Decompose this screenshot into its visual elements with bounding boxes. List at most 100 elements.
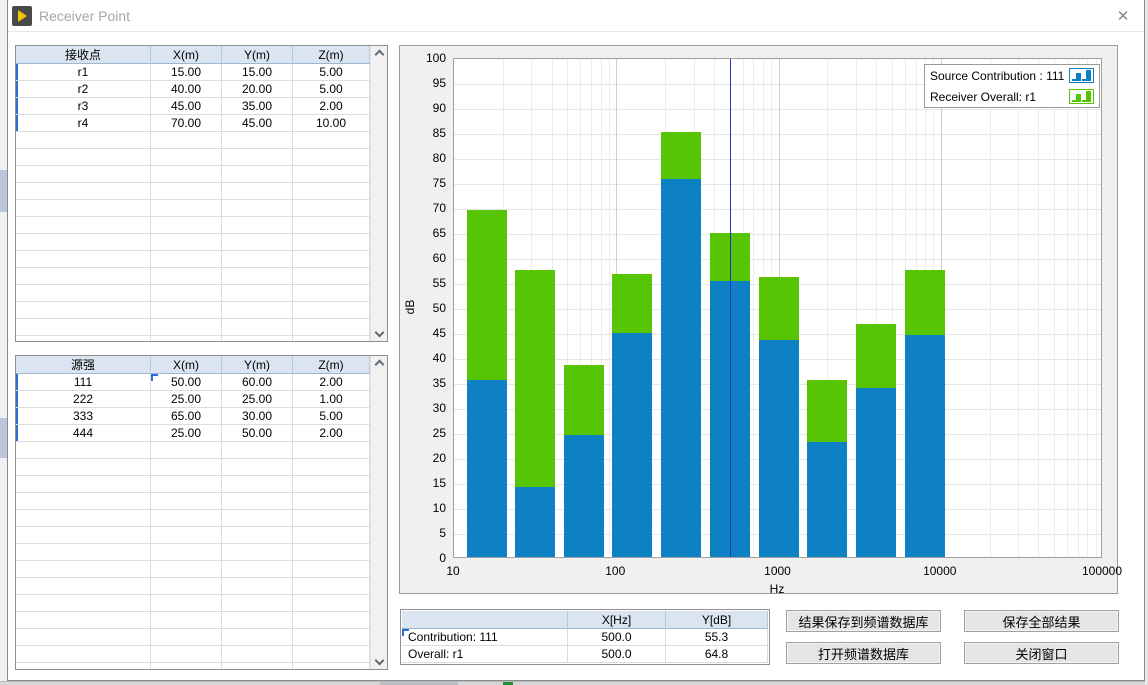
table-cell[interactable]: 5.00: [293, 64, 370, 81]
table-cell[interactable]: [151, 561, 222, 578]
table-cell[interactable]: [151, 251, 222, 268]
legend-entry[interactable]: Receiver Overall: r1: [925, 86, 1099, 107]
table-cell[interactable]: r1: [16, 64, 151, 81]
table-cell[interactable]: [151, 132, 222, 149]
table-cell[interactable]: [222, 149, 293, 166]
table-cell[interactable]: [222, 268, 293, 285]
table-cell[interactable]: [222, 166, 293, 183]
table-cell[interactable]: [222, 319, 293, 336]
table-cell[interactable]: [151, 183, 222, 200]
table-cell[interactable]: [222, 595, 293, 612]
table-cell[interactable]: [293, 183, 370, 200]
table-cell[interactable]: 30.00: [222, 408, 293, 425]
plot-area[interactable]: [453, 58, 1102, 558]
table-cell[interactable]: [293, 459, 370, 476]
table-cell[interactable]: 55.3: [666, 629, 768, 646]
column-header[interactable]: 接收点: [16, 46, 151, 64]
title-bar[interactable]: Receiver Point ✕: [8, 0, 1144, 32]
table-cell[interactable]: 111: [16, 374, 151, 391]
column-header[interactable]: [402, 611, 568, 629]
table-cell[interactable]: [16, 302, 151, 319]
legend-entry[interactable]: Source Contribution : 111: [925, 65, 1099, 86]
table-cell[interactable]: [293, 166, 370, 183]
scroll-down-icon[interactable]: [374, 328, 384, 338]
table-cell[interactable]: [16, 595, 151, 612]
table-cell[interactable]: [151, 319, 222, 336]
table-cell[interactable]: r4: [16, 115, 151, 132]
table-cell[interactable]: [16, 527, 151, 544]
column-header[interactable]: 源强: [16, 356, 151, 374]
table-cell[interactable]: 25.00: [222, 391, 293, 408]
table-cell[interactable]: [16, 285, 151, 302]
table-cell[interactable]: [293, 217, 370, 234]
table-cell[interactable]: [293, 319, 370, 336]
table-cell[interactable]: [16, 268, 151, 285]
table-cell[interactable]: [293, 510, 370, 527]
table-cell[interactable]: [222, 132, 293, 149]
table-cell[interactable]: [293, 646, 370, 663]
table-cell[interactable]: [222, 285, 293, 302]
source-table-scrollbar[interactable]: [370, 356, 387, 669]
table-cell[interactable]: [293, 149, 370, 166]
table-cell[interactable]: 45.00: [151, 98, 222, 115]
table-cell[interactable]: r2: [16, 81, 151, 98]
table-cell[interactable]: 35.00: [222, 98, 293, 115]
table-cell[interactable]: [222, 493, 293, 510]
save-to-spectrum-db-button[interactable]: 结果保存到频谱数据库: [786, 610, 941, 632]
table-cell[interactable]: Overall: r1: [402, 646, 568, 663]
table-cell[interactable]: [151, 217, 222, 234]
table-cell[interactable]: [16, 459, 151, 476]
table-cell[interactable]: [222, 234, 293, 251]
table-cell[interactable]: [16, 166, 151, 183]
column-header[interactable]: X(m): [151, 356, 222, 374]
table-cell[interactable]: [222, 663, 293, 669]
table-cell[interactable]: [151, 578, 222, 595]
table-cell[interactable]: [222, 251, 293, 268]
table-cell[interactable]: [16, 493, 151, 510]
table-cell[interactable]: 5.00: [293, 408, 370, 425]
chart-cursor-line[interactable]: [730, 59, 731, 557]
table-cell[interactable]: 45.00: [222, 115, 293, 132]
table-cell[interactable]: [293, 285, 370, 302]
table-cell[interactable]: [16, 578, 151, 595]
table-cell[interactable]: 500.0: [568, 629, 666, 646]
close-window-button[interactable]: 关闭窗口: [964, 642, 1119, 664]
close-icon[interactable]: ✕: [1112, 6, 1134, 26]
table-cell[interactable]: [151, 268, 222, 285]
table-cell[interactable]: [16, 629, 151, 646]
table-cell[interactable]: [293, 200, 370, 217]
table-cell[interactable]: [293, 336, 370, 341]
table-cell[interactable]: [293, 561, 370, 578]
table-cell[interactable]: [16, 612, 151, 629]
table-cell[interactable]: [293, 302, 370, 319]
table-cell[interactable]: [222, 200, 293, 217]
table-cell[interactable]: [293, 544, 370, 561]
table-cell[interactable]: [151, 646, 222, 663]
table-cell[interactable]: 333: [16, 408, 151, 425]
table-cell[interactable]: [151, 595, 222, 612]
receiver-table-scrollbar[interactable]: [370, 46, 387, 341]
table-cell[interactable]: [222, 646, 293, 663]
table-cell[interactable]: 500.0: [568, 646, 666, 663]
table-cell[interactable]: 70.00: [151, 115, 222, 132]
table-cell[interactable]: [293, 612, 370, 629]
table-cell[interactable]: [293, 663, 370, 669]
table-cell[interactable]: [16, 234, 151, 251]
scroll-down-icon[interactable]: [374, 656, 384, 666]
table-cell[interactable]: 15.00: [222, 64, 293, 81]
table-cell[interactable]: [222, 527, 293, 544]
table-cell[interactable]: [16, 663, 151, 669]
save-all-results-button[interactable]: 保存全部结果: [964, 610, 1119, 632]
table-cell[interactable]: [16, 200, 151, 217]
table-cell[interactable]: [293, 527, 370, 544]
open-spectrum-db-button[interactable]: 打开频谱数据库: [786, 642, 941, 664]
table-cell[interactable]: 25.00: [151, 425, 222, 442]
table-cell[interactable]: [293, 493, 370, 510]
table-cell[interactable]: [16, 149, 151, 166]
table-cell[interactable]: [151, 612, 222, 629]
table-cell[interactable]: [151, 493, 222, 510]
table-cell[interactable]: 60.00: [222, 374, 293, 391]
table-cell[interactable]: r3: [16, 98, 151, 115]
table-cell[interactable]: [222, 544, 293, 561]
table-cell[interactable]: [16, 561, 151, 578]
